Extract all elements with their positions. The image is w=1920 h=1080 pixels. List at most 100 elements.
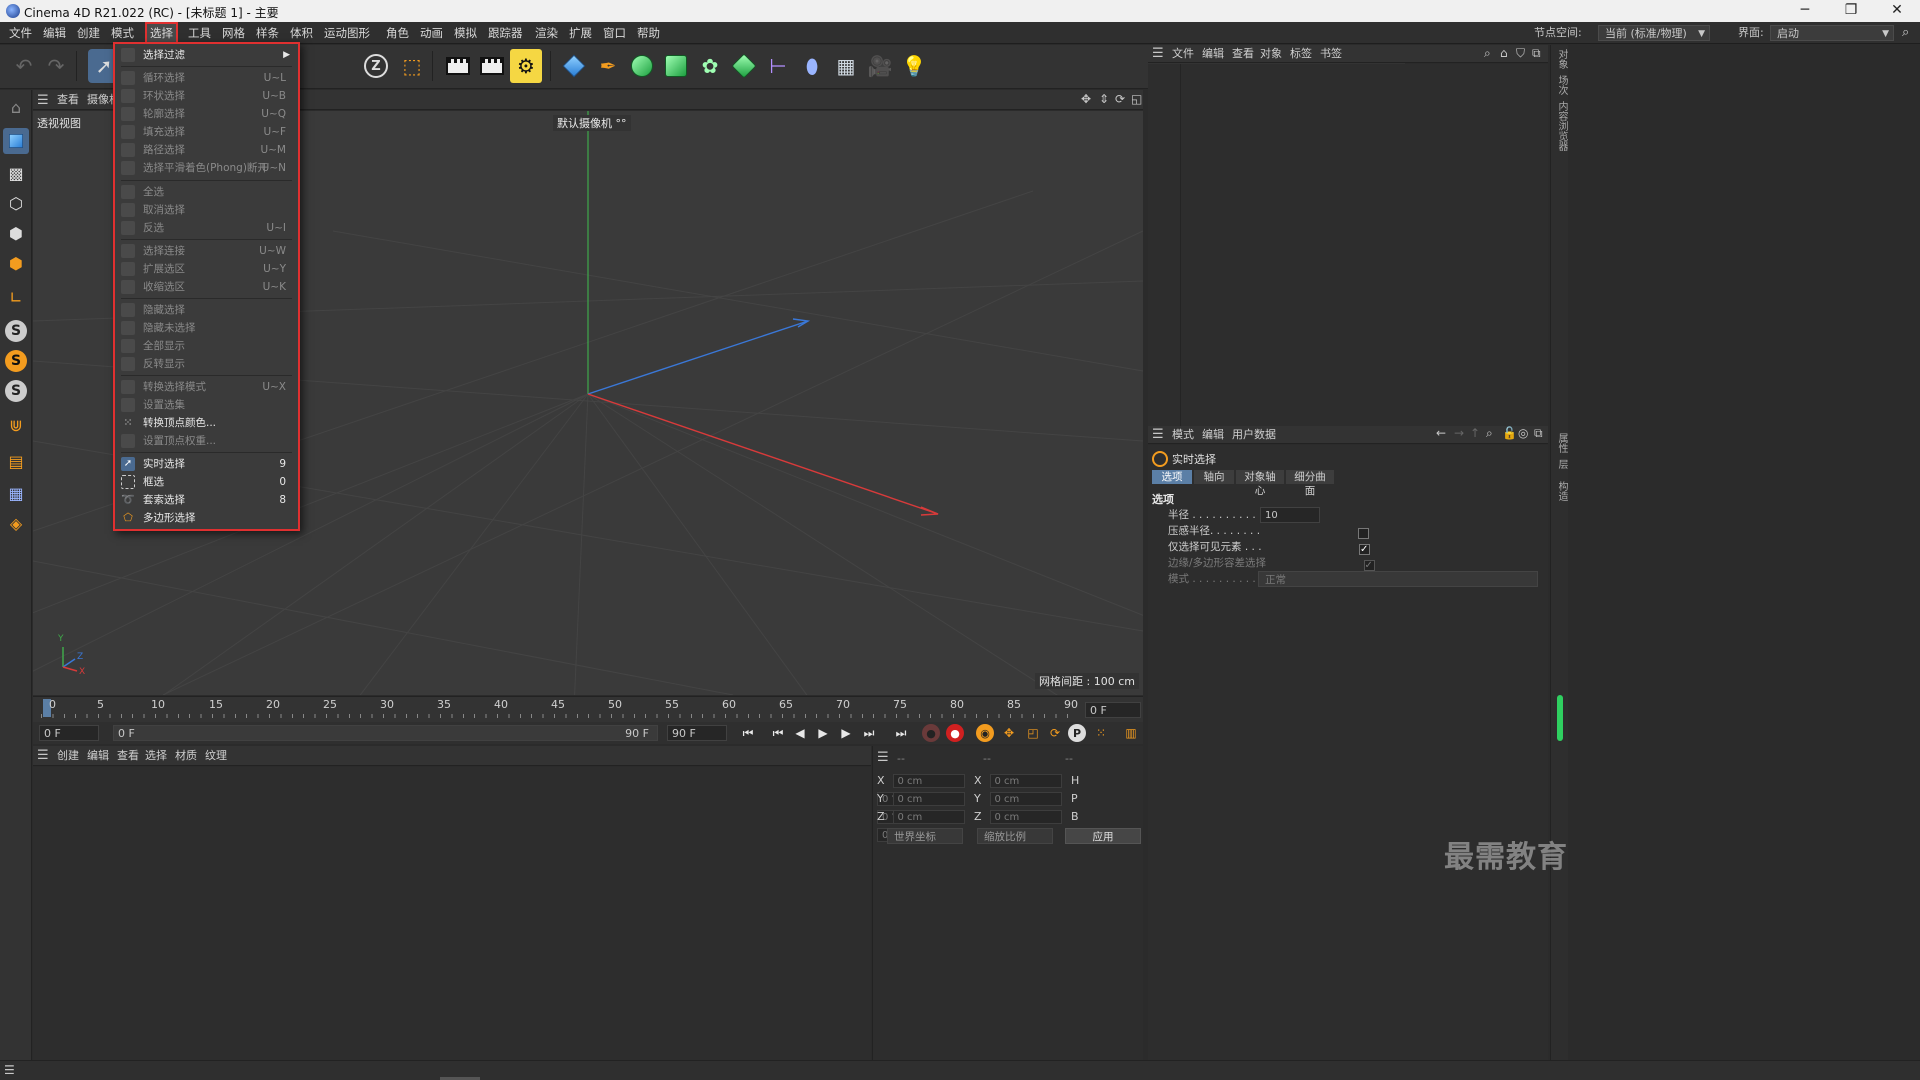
play-icon[interactable]: ▶ xyxy=(813,724,833,742)
current-frame-field[interactable]: 0 F xyxy=(1085,702,1141,718)
start-frame-field[interactable]: 0 F xyxy=(39,725,99,741)
end-frame-field[interactable]: 90 F xyxy=(667,725,727,741)
cloner-icon[interactable]: ✿ xyxy=(694,49,726,83)
home-icon[interactable]: ⌂ xyxy=(1500,46,1508,60)
coordinate-system-icon[interactable]: ⬚ xyxy=(396,49,428,83)
search-icon[interactable]: ⌕ xyxy=(1486,426,1493,441)
position-z-field[interactable]: 0 cm xyxy=(892,810,965,824)
autokey-icon[interactable]: ● xyxy=(945,724,965,742)
render-settings-icon[interactable]: ⚙ xyxy=(510,49,542,83)
vtab-objects[interactable]: 对象 xyxy=(1554,49,1569,69)
tab-axis[interactable]: 轴向 xyxy=(1194,470,1234,484)
lock-icon[interactable]: 🔓 xyxy=(1502,426,1517,440)
menu-item-convert-selection[interactable]: 转换选择模式 U~X xyxy=(121,378,292,396)
close-button[interactable]: ✕ xyxy=(1874,0,1920,22)
sculpt-icon[interactable]: ◈ xyxy=(3,510,29,536)
attr-menu-userdata[interactable]: 用户数据 xyxy=(1232,426,1276,444)
up-arrow-icon[interactable]: ↑ xyxy=(1470,426,1480,440)
interface-dropdown[interactable]: 启动 ▼ xyxy=(1770,25,1894,41)
menu-item-grow-selection[interactable]: 扩展选区 U~Y xyxy=(121,260,292,278)
position-x-field[interactable]: 0 cm xyxy=(892,774,965,788)
tab-subdivision[interactable]: 细分曲面 xyxy=(1286,470,1334,497)
attr-menu-edit[interactable]: 编辑 xyxy=(1202,426,1224,444)
visible-only-checkbox[interactable] xyxy=(1359,542,1371,558)
record-disabled-icon[interactable]: ● xyxy=(921,724,941,742)
node-space-dropdown[interactable]: 当前 (标准/物理) ▼ xyxy=(1598,25,1710,41)
material-menu-view[interactable]: 查看 xyxy=(117,746,139,766)
go-to-start-icon[interactable]: ⏮ xyxy=(738,724,758,742)
new-window-icon[interactable]: ⧉ xyxy=(1532,46,1541,61)
menu-item-fill-selection[interactable]: 填充选择 U~F xyxy=(121,123,292,141)
render-picture-viewer-icon[interactable] xyxy=(476,49,508,83)
next-frame-icon[interactable]: ▶ xyxy=(836,724,856,742)
menu-item-polygon-selection[interactable]: ⬠ 多边形选择 xyxy=(121,509,292,527)
hamburger-icon[interactable]: ☰ xyxy=(4,1063,15,1077)
viewport-menu-view[interactable]: 查看 xyxy=(57,90,79,110)
mode-dropdown[interactable]: 正常 xyxy=(1258,571,1538,587)
menu-item-loop-selection[interactable]: 循环选择 U~L xyxy=(121,69,292,87)
menu-mode[interactable]: 模式 xyxy=(106,22,139,44)
object-manager-body[interactable] xyxy=(1148,64,1548,426)
hamburger-icon[interactable]: ☰ xyxy=(1152,46,1164,61)
texture-mode-icon[interactable]: ▩ xyxy=(3,160,29,186)
workplane-icon[interactable]: ▤ xyxy=(3,448,29,474)
tab-options[interactable]: 选项 xyxy=(1152,470,1192,484)
hamburger-icon[interactable]: ☰ xyxy=(877,750,889,765)
menu-render[interactable]: 渲染 xyxy=(530,22,563,44)
menu-mograph[interactable]: 运动图形 xyxy=(319,22,375,44)
menu-item-selection-filter[interactable]: 选择过滤 ▶ xyxy=(121,46,292,64)
menu-item-path-selection[interactable]: 路径选择 U~M xyxy=(121,141,292,159)
vtab-attributes[interactable]: 属性 xyxy=(1554,433,1569,453)
redo-icon[interactable]: ↷ xyxy=(40,49,72,83)
menu-extensions[interactable]: 扩展 xyxy=(564,22,597,44)
menu-item-lasso-selection[interactable]: ➰ 套索选择 8 xyxy=(121,491,292,509)
object-menu-edit[interactable]: 编辑 xyxy=(1202,45,1224,63)
render-view-icon[interactable] xyxy=(442,49,474,83)
menu-item-set-selection[interactable]: 设置选集 xyxy=(121,396,292,414)
next-key-icon[interactable]: ⏭ xyxy=(859,724,879,742)
menu-tools[interactable]: 工具 xyxy=(183,22,216,44)
menu-item-set-vertex-weight[interactable]: 设置顶点权重... xyxy=(121,432,292,450)
filter-icon[interactable]: ⛉ xyxy=(1516,46,1525,61)
menu-item-invert-visibility[interactable]: 反转显示 xyxy=(121,355,292,373)
size-z-field[interactable]: 0 cm xyxy=(989,810,1062,824)
previous-frame-icon[interactable]: ◀ xyxy=(790,724,810,742)
object-menu-bookmark[interactable]: 书签 xyxy=(1320,45,1342,63)
floor-icon[interactable]: ▦ xyxy=(830,49,862,83)
back-arrow-icon[interactable]: ← xyxy=(1436,426,1446,440)
go-to-end-icon[interactable]: ⏭ xyxy=(891,724,911,742)
apply-button[interactable]: 应用 xyxy=(1065,828,1141,844)
menu-item-ring-selection[interactable]: 环状选择 U~B xyxy=(121,87,292,105)
light-icon[interactable]: 💡 xyxy=(898,49,930,83)
menu-item-deselect-all[interactable]: 取消选择 xyxy=(121,201,292,219)
menu-item-select-connected[interactable]: 选择连接 U~W xyxy=(121,242,292,260)
menu-volume[interactable]: 体积 xyxy=(285,22,318,44)
position-key-icon[interactable]: ✥ xyxy=(999,724,1019,742)
search-icon[interactable]: ⌕ xyxy=(1484,46,1491,61)
vtab-layers[interactable]: 层 xyxy=(1554,459,1569,469)
vtab-construction[interactable]: 构造 xyxy=(1554,481,1569,501)
scale-mode-dropdown[interactable]: 缩放比例 xyxy=(977,828,1053,844)
rotate-view-icon[interactable]: ⟳ xyxy=(1115,92,1125,106)
new-window-icon[interactable]: ⧉ xyxy=(1534,426,1543,441)
grid-icon[interactable]: ▦ xyxy=(3,480,29,506)
menu-create[interactable]: 创建 xyxy=(72,22,105,44)
material-menu-material[interactable]: 材质 xyxy=(175,746,197,766)
menu-select[interactable]: 选择 xyxy=(145,22,178,44)
forward-arrow-icon[interactable]: → xyxy=(1454,426,1464,440)
hamburger-icon[interactable]: ☰ xyxy=(1152,427,1164,442)
edge-tolerance-checkbox[interactable] xyxy=(1363,558,1375,574)
menu-item-invert-selection[interactable]: 反选 U~I xyxy=(121,219,292,237)
parameter-key-icon[interactable]: P xyxy=(1067,724,1087,742)
material-menu-edit[interactable]: 编辑 xyxy=(87,746,109,766)
menu-simulate[interactable]: 模拟 xyxy=(449,22,482,44)
menu-item-convert-vertex-color[interactable]: ⁙ 转换顶点颜色... xyxy=(121,414,292,432)
restore-button[interactable]: ❐ xyxy=(1828,0,1874,22)
camera-label[interactable]: 默认摄像机 °° xyxy=(553,115,631,131)
make-editable-icon[interactable]: ⌂ xyxy=(3,94,29,120)
target-icon[interactable]: ◎ xyxy=(1518,426,1528,440)
menu-item-phong-break-selection[interactable]: 选择平滑着色(Phong)断开 U~N xyxy=(121,159,292,177)
menu-item-hide-selected[interactable]: 隐藏选择 xyxy=(121,301,292,319)
tab-object-axis[interactable]: 对象轴心 xyxy=(1236,470,1284,497)
previous-key-icon[interactable]: ⏮ xyxy=(768,724,788,742)
